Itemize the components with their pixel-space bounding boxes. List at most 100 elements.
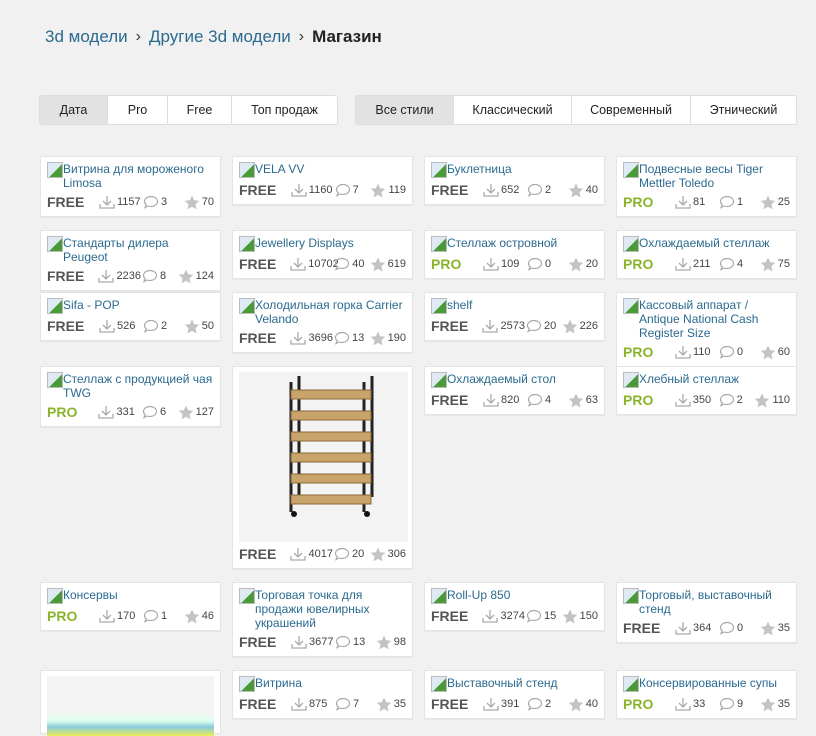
breadcrumb-3d-models[interactable]: 3d модели xyxy=(45,27,128,47)
model-card[interactable]: Кассовый аппарат / Antique National Cash… xyxy=(616,292,797,367)
model-title[interactable]: Подвесные весы Tiger Mettler Toledo xyxy=(639,162,790,190)
model-stats: FREE 875 7 35 xyxy=(233,692,412,718)
breadcrumb: 3d модели › Другие 3d модели › Магазин xyxy=(45,27,382,47)
model-title[interactable]: Roll-Up 850 xyxy=(447,588,510,604)
model-title-link[interactable]: shelf xyxy=(425,293,604,314)
model-title-link[interactable]: Охлаждаемый стол xyxy=(425,367,604,388)
model-title-link[interactable]: Хлебный стеллаж xyxy=(617,367,796,388)
comment-icon xyxy=(719,697,735,711)
broken-image-icon xyxy=(431,588,447,604)
model-card[interactable]: Roll-Up 850 FREE 3274 15 150 xyxy=(424,582,605,631)
comment-icon xyxy=(334,547,350,561)
model-title-link[interactable]: Подвесные весы Tiger Mettler Toledo xyxy=(617,157,796,190)
download-icon xyxy=(482,319,499,333)
model-card[interactable]: Sifa - POP FREE 526 2 50 xyxy=(40,292,221,341)
tab-all-styles[interactable]: Все стили xyxy=(356,96,454,124)
tab-date[interactable]: Дата xyxy=(40,96,108,124)
model-title-link[interactable]: Консервированные супы xyxy=(617,671,796,692)
model-title[interactable]: Jewellery Displays xyxy=(255,236,354,252)
model-card[interactable]: Буклетница FREE 652 2 40 xyxy=(424,156,605,205)
model-thumbnail[interactable] xyxy=(239,372,408,542)
comments-value: 3 xyxy=(161,196,168,208)
model-title-link[interactable]: Стандарты дилера Peugeot xyxy=(41,231,220,264)
comment-icon xyxy=(719,345,735,359)
comment-icon xyxy=(335,697,351,711)
model-card[interactable]: Витрина FREE 875 7 35 xyxy=(232,670,413,719)
model-title[interactable]: Витрина для мороженого Limosa xyxy=(63,162,214,190)
model-card[interactable]: Торговый, выставочный стенд FREE 364 0 3… xyxy=(616,582,797,643)
model-card[interactable]: shelf FREE 2573 20 226 xyxy=(424,292,605,341)
model-title[interactable]: Консервированные супы xyxy=(639,676,777,692)
model-title[interactable]: Витрина xyxy=(255,676,302,692)
model-stats: FREE 364 0 35 xyxy=(617,616,796,642)
downloads-value: 350 xyxy=(692,394,712,406)
model-title-link[interactable]: Торговый, выставочный стенд xyxy=(617,583,796,616)
model-card[interactable]: Холодильная горка Carrier Velando FREE 3… xyxy=(232,292,413,353)
model-card[interactable]: Витрина для мороженого Limosa FREE 1157 … xyxy=(40,156,221,217)
downloads-value: 81 xyxy=(693,196,706,208)
model-title[interactable]: Торговый, выставочный стенд xyxy=(639,588,790,616)
rating-value: 46 xyxy=(201,610,214,622)
model-title[interactable]: Стеллаж островной xyxy=(447,236,557,252)
model-card[interactable]: Стеллаж островной PRO 109 0 20 xyxy=(424,230,605,279)
model-title-link[interactable]: Стеллаж островной xyxy=(425,231,604,252)
model-card[interactable]: Выставочный стенд FREE 391 2 40 xyxy=(424,670,605,719)
model-title[interactable]: Охлаждаемый стеллаж xyxy=(639,236,770,252)
model-card[interactable]: Охлаждаемый стол FREE 820 4 63 xyxy=(424,366,605,415)
model-title[interactable]: Торговая точка для продажи ювелирных укр… xyxy=(255,588,406,630)
rating-value: 98 xyxy=(393,636,406,648)
model-card[interactable]: Консервы PRO 170 1 46 xyxy=(40,582,221,631)
model-title-link[interactable]: Кассовый аппарат / Antique National Cash… xyxy=(617,293,796,340)
model-title[interactable]: Хлебный стеллаж xyxy=(639,372,739,388)
model-title[interactable]: Sifa - POP xyxy=(63,298,120,314)
tab-free[interactable]: Free xyxy=(168,96,232,124)
model-title-link[interactable]: Витрина xyxy=(233,671,412,692)
model-title-link[interactable]: Выставочный стенд xyxy=(425,671,604,692)
model-title[interactable]: Охлаждаемый стол xyxy=(447,372,556,388)
model-stats: FREE 2573 20 226 xyxy=(425,314,604,340)
model-title[interactable]: Стеллаж с продукцией чая TWG xyxy=(63,372,214,400)
tab-pro[interactable]: Pro xyxy=(108,96,168,124)
model-card[interactable]: Консервированные супы PRO 33 9 35 xyxy=(616,670,797,719)
model-title[interactable]: shelf xyxy=(447,298,472,314)
model-card[interactable]: Jewellery Displays FREE 10702 40 619 xyxy=(232,230,413,279)
model-title-link[interactable]: Консервы xyxy=(41,583,220,604)
model-title-link[interactable]: Торговая точка для продажи ювелирных укр… xyxy=(233,583,412,630)
model-card-image-partial[interactable] xyxy=(40,670,221,736)
model-card[interactable]: VELA VV FREE 1160 7 119 xyxy=(232,156,413,205)
model-title[interactable]: Холодильная горка Carrier Velando xyxy=(255,298,406,326)
model-card[interactable]: Стандарты дилера Peugeot FREE 2236 8 124 xyxy=(40,230,221,291)
model-card[interactable]: Стеллаж с продукцией чая TWG PRO 331 6 1… xyxy=(40,366,221,427)
rating-count: 35 xyxy=(760,697,790,712)
comment-icon xyxy=(527,697,543,711)
model-card[interactable]: Торговая точка для продажи ювелирных укр… xyxy=(232,582,413,657)
model-card[interactable]: Охлаждаемый стеллаж PRO 211 4 75 xyxy=(616,230,797,279)
model-card[interactable]: FREE 4017 20 306 xyxy=(232,366,413,569)
model-title[interactable]: Буклетница xyxy=(447,162,512,178)
model-title-link[interactable]: Стеллаж с продукцией чая TWG xyxy=(41,367,220,400)
breadcrumb-other-models[interactable]: Другие 3d модели xyxy=(149,27,291,47)
download-icon xyxy=(675,195,691,209)
model-title-link[interactable]: VELA VV xyxy=(233,157,412,178)
model-title[interactable]: VELA VV xyxy=(255,162,304,178)
model-title[interactable]: Выставочный стенд xyxy=(447,676,558,692)
model-title[interactable]: Кассовый аппарат / Antique National Cash… xyxy=(639,298,790,340)
tab-classic[interactable]: Классический xyxy=(454,96,572,124)
tab-ethnic[interactable]: Этнический xyxy=(691,96,796,124)
model-title[interactable]: Консервы xyxy=(63,588,118,604)
model-card[interactable]: Хлебный стеллаж PRO 350 2 110 xyxy=(616,366,797,415)
model-title-link[interactable]: Sifa - POP xyxy=(41,293,220,314)
tab-modern[interactable]: Современный xyxy=(572,96,691,124)
breadcrumb-current: Магазин xyxy=(312,27,382,46)
model-card[interactable]: Подвесные весы Tiger Mettler Toledo PRO … xyxy=(616,156,797,217)
model-title-link[interactable]: Охлаждаемый стеллаж xyxy=(617,231,796,252)
model-title-link[interactable]: Буклетница xyxy=(425,157,604,178)
model-title[interactable]: Стандарты дилера Peugeot xyxy=(63,236,214,264)
model-title-link[interactable]: Витрина для мороженого Limosa xyxy=(41,157,220,190)
rating-value: 60 xyxy=(777,346,790,358)
model-title-link[interactable]: Jewellery Displays xyxy=(233,231,412,252)
comments-value: 20 xyxy=(352,548,365,560)
tab-top-sales[interactable]: Топ продаж xyxy=(232,96,337,124)
model-title-link[interactable]: Холодильная горка Carrier Velando xyxy=(233,293,412,326)
model-title-link[interactable]: Roll-Up 850 xyxy=(425,583,604,604)
